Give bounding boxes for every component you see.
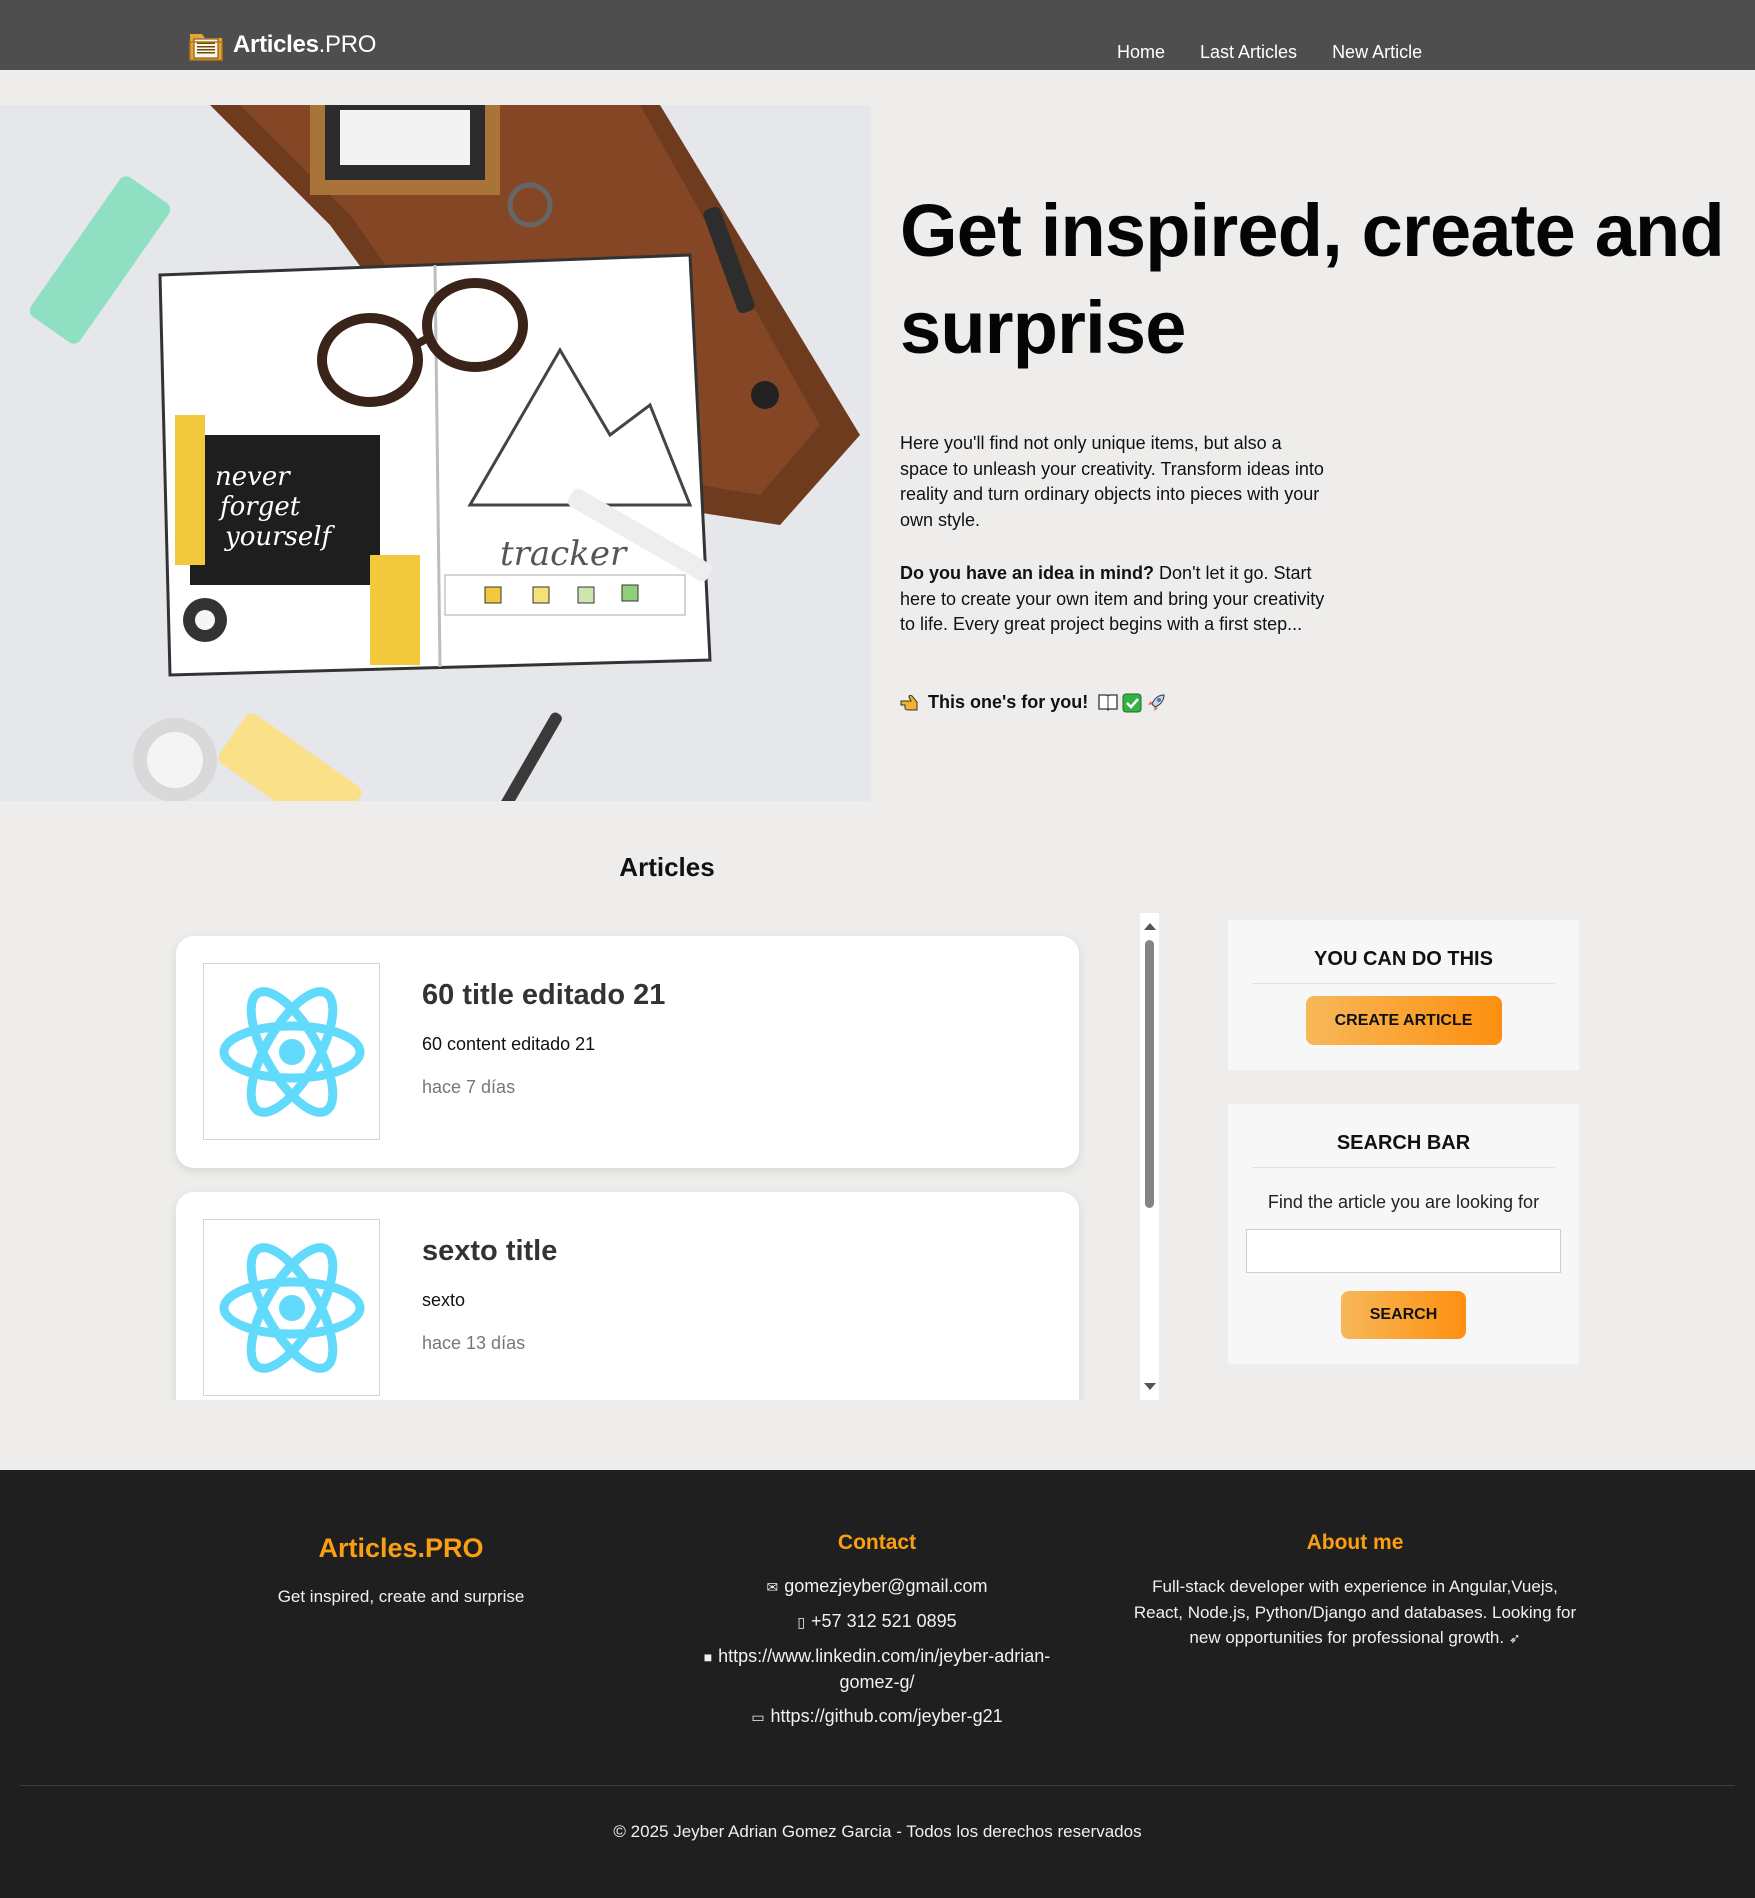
search-panel-subtitle: Find the article you are looking for xyxy=(1267,1192,1540,1212)
hero-image: never forget yourself tracker xyxy=(0,105,871,801)
footer-brand: Articles.PRO xyxy=(318,1533,484,1563)
search-input[interactable] xyxy=(1246,1229,1561,1273)
search-panel-title: SEARCH BAR xyxy=(1252,1104,1555,1168)
contact-linkedin-link[interactable]: ■ https://www.linkedin.com/in/jeyber-adri… xyxy=(677,1644,1077,1695)
footer-divider xyxy=(20,1785,1735,1786)
brand-logo[interactable]: Articles.PRO xyxy=(188,28,376,62)
search-panel: SEARCH BAR Find the article you are look… xyxy=(1228,1104,1579,1364)
nav-links: Home Last Articles New Article xyxy=(1117,42,1422,63)
laptop-icon: ▭ xyxy=(751,1709,765,1725)
svg-text:never: never xyxy=(215,462,291,492)
contact-email-link[interactable]: ✉ gomezjeyber@gmail.com xyxy=(677,1574,1077,1600)
footer-about-text: Full-stack developer with experience in … xyxy=(1133,1577,1577,1647)
article-thumbnail xyxy=(203,963,380,1140)
footer-about-title: About me xyxy=(1306,1531,1404,1554)
nav-link-new-article[interactable]: New Article xyxy=(1332,42,1422,63)
footer: Articles.PRO Get inspired, create and su… xyxy=(0,1470,1755,1898)
article-date: hace 7 días xyxy=(422,1077,516,1097)
article-date: hace 13 días xyxy=(422,1333,526,1353)
rocket-icon xyxy=(1148,693,1165,711)
create-panel-title: YOU CAN DO THIS xyxy=(1252,920,1555,984)
footer-contact-title: Contact xyxy=(837,1531,917,1554)
scrollbar-thumb[interactable] xyxy=(1145,940,1154,1208)
contact-github-link[interactable]: ▭ https://github.com/jeyber-g21 xyxy=(677,1704,1077,1730)
search-button[interactable]: SEARCH xyxy=(1341,1291,1466,1339)
article-card[interactable]: 60 title editado 21 60 content editado 2… xyxy=(176,936,1079,1168)
hero-paragraph-1: Here you'll find not only unique items, … xyxy=(900,433,1324,530)
phone-icon: ▯ xyxy=(797,1614,806,1630)
react-logo-icon xyxy=(219,986,364,1117)
create-article-button[interactable]: CREATE ARTICLE xyxy=(1305,996,1502,1045)
articles-heading: Articles xyxy=(619,852,715,882)
svg-text:yourself: yourself xyxy=(224,522,336,552)
svg-text:tracker: tracker xyxy=(500,534,628,574)
nav-link-home[interactable]: Home xyxy=(1117,42,1165,63)
articles-list[interactable]: 60 title editado 21 60 content editado 2… xyxy=(150,912,1085,1400)
article-title[interactable]: sexto title xyxy=(422,1235,557,1268)
hero-paragraph-2: Do you have an idea in mind? Don't let i… xyxy=(900,563,1325,634)
check-mark-icon xyxy=(1122,693,1142,712)
articles-scrollbar[interactable] xyxy=(1140,913,1159,1400)
hero-title: Get inspired, create and surprise xyxy=(900,189,1725,369)
briefcase-icon: ■ xyxy=(703,1649,713,1665)
scroll-down-arrow-icon[interactable] xyxy=(1144,1383,1156,1390)
nav-link-last-articles[interactable]: Last Articles xyxy=(1200,42,1297,63)
brand-name: Articles.PRO xyxy=(233,31,377,58)
svg-text:forget: forget xyxy=(218,492,301,522)
article-thumbnail xyxy=(203,1219,380,1396)
envelope-icon: ✉ xyxy=(766,1579,779,1595)
footer-brand-subtitle: Get inspired, create and surprise xyxy=(277,1587,525,1606)
article-card[interactable]: sexto title sexto hace 13 días xyxy=(176,1192,1079,1400)
pointing-hand-icon xyxy=(900,694,918,710)
create-article-panel: YOU CAN DO THIS CREATE ARTICLE xyxy=(1228,920,1579,1070)
folder-newspaper-icon xyxy=(189,34,223,61)
footer-contact-list: ✉ gomezjeyber@gmail.com ▯ +57 312 521 0895… xyxy=(677,1574,1077,1739)
contact-phone-link[interactable]: ▯ +57 312 521 0895 xyxy=(677,1609,1077,1635)
scroll-up-arrow-icon[interactable] xyxy=(1144,923,1156,930)
article-title[interactable]: 60 title editado 21 xyxy=(422,979,665,1012)
hero-tagline: This one's for you! xyxy=(900,692,1166,713)
top-navbar: Articles.PRO Home Last Articles New Arti… xyxy=(0,0,1755,70)
article-content: 60 content editado 21 xyxy=(422,1034,596,1054)
tagline-text: This one's for you! xyxy=(928,692,1089,712)
rocket-icon: ➶ xyxy=(1508,1630,1521,1646)
open-book-icon xyxy=(1098,693,1118,711)
article-content: sexto xyxy=(422,1290,466,1310)
react-logo-icon xyxy=(219,1242,364,1373)
copyright-text: © 2025 Jeyber Adrian Gomez Garcia - Todo… xyxy=(613,1822,1142,1841)
